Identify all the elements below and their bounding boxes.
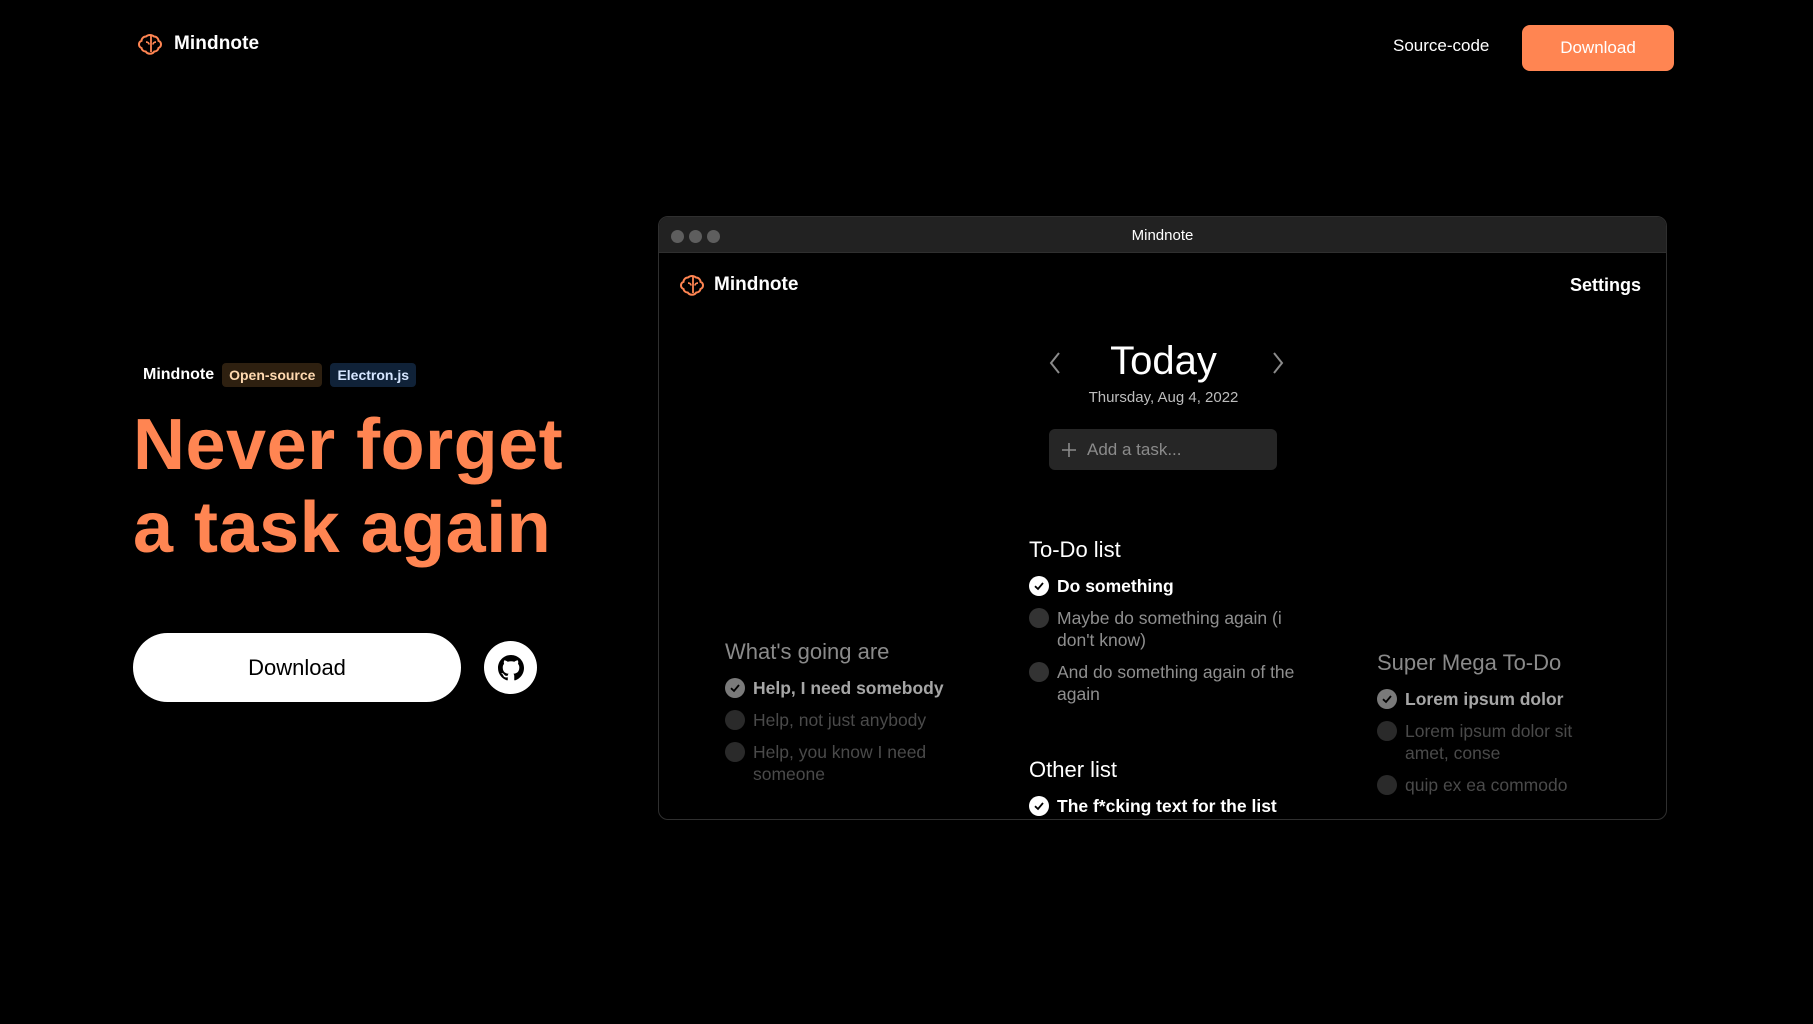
checked-circle-icon[interactable]: [1029, 796, 1049, 816]
unchecked-circle-icon[interactable]: [1377, 721, 1397, 741]
add-task-input[interactable]: Add a task...: [1049, 429, 1277, 470]
plus-icon: [1062, 442, 1076, 457]
list-item-text: And do something again of the again: [1057, 662, 1295, 704]
list-other: Other list The f*cking text for the list: [1029, 757, 1309, 819]
unchecked-circle-icon[interactable]: [1377, 775, 1397, 795]
list-item[interactable]: quip ex ea commodo: [1377, 774, 1617, 796]
list-item[interactable]: Help, you know I need someone: [725, 741, 965, 785]
hero-download-button[interactable]: Download: [133, 633, 461, 702]
list-item-text: Do something: [1057, 576, 1174, 596]
unchecked-circle-icon[interactable]: [725, 742, 745, 762]
list-item-text: Help, I need somebody: [753, 678, 944, 698]
list-title: Super Mega To-Do: [1377, 650, 1562, 675]
day-title: Today: [1110, 339, 1217, 383]
list-whats-going: What's going are Help, I need somebody H…: [725, 639, 965, 795]
list-title: Other list: [1029, 757, 1118, 782]
brain-logo-icon: [680, 274, 705, 296]
checked-circle-icon[interactable]: [1377, 689, 1397, 709]
list-title: To-Do list: [1029, 537, 1121, 562]
app-brand-name: Mindnote: [714, 274, 799, 295]
list-item[interactable]: Help, I need somebody: [725, 677, 965, 699]
list-item[interactable]: Help, not just anybody: [725, 709, 965, 731]
add-task-placeholder: Add a task...: [1087, 439, 1182, 459]
headline-line-2: a task again: [133, 488, 552, 568]
unchecked-circle-icon[interactable]: [1029, 662, 1049, 682]
hero-headline: Never forget a task again: [133, 404, 653, 570]
tag-electron: Electron.js: [330, 363, 417, 387]
brain-logo-icon: [138, 33, 163, 55]
checked-circle-icon[interactable]: [1029, 576, 1049, 596]
list-item[interactable]: And do something again of the again: [1029, 661, 1299, 705]
headline-line-1: Never forget: [133, 405, 564, 485]
unchecked-circle-icon[interactable]: [1029, 608, 1049, 628]
nav-download-button[interactable]: Download: [1522, 25, 1674, 71]
list-item[interactable]: Do something: [1029, 575, 1299, 597]
list-item[interactable]: Lorem ipsum dolor: [1377, 688, 1617, 710]
list-super-mega: Super Mega To-Do Lorem ipsum dolor Lorem…: [1377, 650, 1617, 806]
list-item-text: Help, you know I need someone: [753, 742, 927, 784]
list-item[interactable]: Maybe do something again (i don't know): [1029, 607, 1299, 651]
list-item-text: The f*cking text for the list: [1057, 796, 1277, 816]
chevron-right-icon[interactable]: [1268, 349, 1288, 377]
github-button[interactable]: [484, 641, 537, 694]
tag-mindnote: Mindnote: [143, 366, 215, 383]
list-title: What's going are: [725, 639, 890, 664]
list-item-text: quip ex ea commodo: [1405, 775, 1568, 795]
list-item-text: Lorem ipsum dolor: [1405, 689, 1564, 709]
settings-link[interactable]: Settings: [1570, 275, 1641, 296]
window-title: Mindnote: [1131, 227, 1194, 244]
github-icon: [497, 654, 524, 680]
list-item[interactable]: The f*cking text for the list: [1029, 795, 1309, 817]
landing-page: Mindnote Source-code Download Mindnote O…: [0, 0, 1813, 1024]
nav-brand-name: Mindnote: [174, 33, 260, 54]
list-todo: To-Do list Do something Maybe do somethi…: [1029, 537, 1299, 715]
list-item[interactable]: Lorem ipsum dolor sit amet, conse: [1377, 720, 1617, 764]
nav-logo[interactable]: Mindnote: [138, 33, 259, 55]
list-item-text: Maybe do something again (i don't know): [1057, 608, 1282, 650]
unchecked-circle-icon[interactable]: [725, 710, 745, 730]
window-titlebar: Mindnote: [659, 217, 1666, 253]
hero-tags: Mindnote Open-source Electron.js: [143, 363, 417, 387]
tag-open-source: Open-source: [222, 363, 323, 387]
day-date: Thursday, Aug 4, 2022: [1088, 389, 1239, 406]
app-logo: Mindnote: [680, 274, 798, 296]
list-item-text: Help, not just anybody: [753, 710, 927, 730]
checked-circle-icon[interactable]: [725, 678, 745, 698]
app-window: Mindnote Mindnote Settings Today Thursda…: [658, 216, 1667, 820]
list-item-text: Lorem ipsum dolor sit amet, conse: [1405, 721, 1573, 763]
source-code-link[interactable]: Source-code: [1393, 36, 1489, 56]
